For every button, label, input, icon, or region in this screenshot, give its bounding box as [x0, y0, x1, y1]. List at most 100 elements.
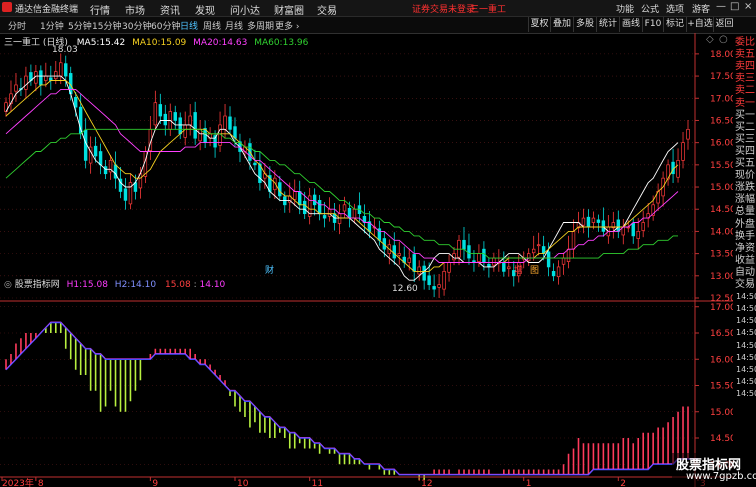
candle-body-19	[98, 151, 103, 166]
panel-close-icon[interactable]: ○	[719, 34, 728, 45]
candle-body-68	[342, 204, 347, 212]
main-header: 三一重工 (日线) MA5:15.42 MA10:15.09 MA20:14.6…	[4, 35, 308, 48]
main-tick-label-5: 15.50	[710, 161, 733, 171]
period-30min[interactable]: 30分钟	[122, 19, 151, 32]
period-fenshi[interactable]: 分时	[8, 19, 26, 32]
candle-body-60	[302, 200, 307, 215]
period-more[interactable]: 更多 ›	[275, 19, 299, 32]
side-time-4: 14:50	[736, 340, 756, 350]
ma60-label: MA60:	[254, 38, 283, 48]
event-marker-tu[interactable]: 图	[530, 263, 539, 276]
candle-body-98	[492, 257, 496, 266]
low-price-marker: 12.60	[392, 284, 418, 294]
candle-body-111	[556, 266, 561, 278]
tool-f10[interactable]: F10	[642, 17, 663, 32]
side-time-8: 14:50	[736, 388, 756, 398]
candle-body-63	[317, 200, 322, 215]
candle-body-93	[467, 245, 471, 259]
period-day[interactable]: 日线	[180, 19, 198, 32]
ma5-value: 15.42	[99, 38, 126, 48]
minimize-icon[interactable]: —	[716, 1, 726, 12]
tool-diejia[interactable]: 叠加	[550, 17, 573, 32]
period-5min[interactable]: 5分钟	[68, 19, 92, 32]
candle-body-86	[432, 286, 436, 290]
tool-tongji[interactable]: 统计	[596, 17, 619, 32]
period-week[interactable]: 周线	[203, 19, 221, 32]
side-label-6: 买一	[735, 109, 755, 121]
candle-body-30	[153, 102, 158, 126]
candle-body-79	[397, 253, 401, 256]
menu-gongshi[interactable]: 公式	[641, 2, 659, 15]
candle-body-91	[457, 239, 461, 258]
candle-body-135	[676, 160, 680, 178]
candle-body-120	[601, 220, 606, 232]
sub-tick-label-4: 15.00	[710, 408, 733, 418]
x-tick-label-3: 10	[237, 479, 249, 487]
close-icon[interactable]: ×	[744, 1, 752, 12]
candle-body-101	[507, 266, 511, 270]
v2-value: 14.10	[199, 280, 226, 290]
menu-xuanxiang[interactable]: 选项	[666, 2, 684, 15]
app-logo-icon	[2, 2, 12, 12]
side-label-18: 收益	[735, 254, 755, 266]
v1-value: 15.08	[164, 280, 191, 290]
menu-gongneng[interactable]: 功能	[616, 2, 634, 15]
tool-fanhui[interactable]: 返回	[713, 17, 735, 32]
sub-indicator-icon[interactable]: ◎	[4, 280, 12, 290]
side-label-10: 买五	[735, 158, 755, 169]
tool-fuquan[interactable]: 夏权	[528, 17, 550, 32]
side-label-16: 换手	[735, 230, 755, 242]
menu-caifuquan[interactable]: 财富圈	[274, 2, 304, 17]
candle-body-32	[163, 113, 168, 126]
panel-diamond-icon[interactable]: ◇	[706, 34, 714, 45]
side-label-8: 买三	[735, 133, 755, 145]
candle-body-106	[531, 248, 536, 254]
candle-body-118	[591, 217, 596, 223]
menu-hangqing[interactable]: 行情	[90, 2, 110, 17]
candle-body-88	[442, 271, 446, 290]
ma-line-ma10	[5, 80, 679, 272]
candle-body-114	[571, 231, 576, 250]
period-multi[interactable]: 多周期	[247, 19, 274, 32]
grid	[0, 53, 695, 465]
period-15min[interactable]: 15分钟	[92, 19, 121, 32]
period-1min[interactable]: 1分钟	[40, 19, 64, 32]
side-label-4: 卖二	[735, 85, 755, 97]
period-month[interactable]: 月线	[225, 19, 243, 32]
event-marker-zeng[interactable]: 增	[514, 263, 523, 276]
candle-body-84	[422, 265, 426, 281]
menu-wenxiaoda[interactable]: 问小达	[230, 2, 260, 17]
maximize-icon[interactable]: □	[730, 1, 739, 12]
menu-jiaoyi[interactable]: 交易	[317, 2, 337, 17]
side-label-15: 外盘	[735, 218, 755, 230]
candle-body-69	[347, 207, 352, 219]
sub-tick-label-5: 14.50	[710, 434, 733, 444]
candle-body-18	[93, 145, 98, 157]
menu-zixun[interactable]: 资讯	[160, 2, 180, 17]
candle-body-4	[24, 75, 28, 90]
main-tick-label-7: 14.50	[710, 205, 733, 215]
candle-body-136	[681, 142, 685, 161]
event-marker-cai[interactable]: 财	[265, 263, 274, 276]
sub-title: 股票指标网	[14, 280, 60, 290]
period-60min[interactable]: 60分钟	[151, 19, 180, 32]
candle-body-105	[526, 253, 531, 262]
candle-body-45	[228, 116, 232, 130]
candle-body-119	[596, 219, 601, 223]
main-tick-label-1: 17.50	[710, 72, 733, 82]
tool-biaoji[interactable]: 标记	[663, 17, 686, 32]
menu-shichang[interactable]: 市场	[125, 2, 145, 17]
tool-zixuan[interactable]: +自选	[686, 17, 713, 32]
menu-youke[interactable]: 游客	[692, 2, 710, 15]
ma5-label: MA5:	[76, 38, 100, 48]
candle-body-44	[223, 115, 227, 130]
candle-body-89	[447, 262, 451, 273]
side-label-20: 交易	[735, 279, 755, 290]
tool-duogu[interactable]: 多股	[573, 17, 596, 32]
kline-chart[interactable]: 18.00 17.50 17.00 16.50 16.00 15.50 15.00 14.50…	[0, 33, 733, 487]
menu-faxian[interactable]: 发现	[195, 2, 215, 17]
login-warning[interactable]: 证券交易未登录	[412, 2, 475, 15]
tool-huaxian[interactable]: 画线	[619, 17, 642, 32]
candle-body-14	[73, 97, 78, 108]
candle-body-83	[417, 266, 421, 275]
